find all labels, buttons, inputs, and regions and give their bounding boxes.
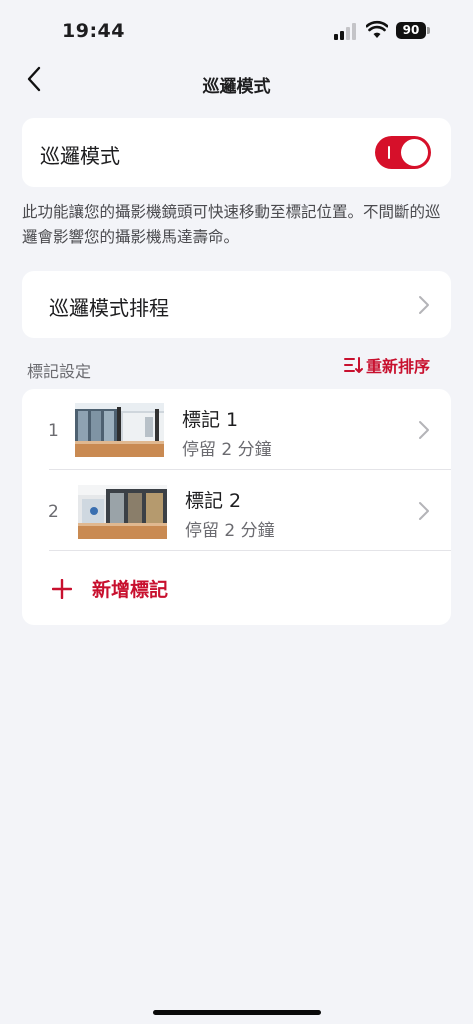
reorder-button[interactable]: 重新排序: [344, 352, 430, 378]
chevron-right-icon: [419, 502, 429, 520]
toggle-on-mark: [388, 146, 390, 159]
marker-index: 2: [48, 502, 59, 522]
patrol-description: 此功能讓您的攝影機鏡頭可快速移動至標記位置。不間斷的巡邏會影響您的攝影機馬達壽命…: [22, 203, 441, 246]
patrol-mode-label: 巡邏模式: [40, 144, 120, 168]
marker-settings-label: 標記設定: [27, 362, 92, 381]
battery-level: 90: [396, 22, 426, 39]
marker-stay-duration: 停留 2 分鐘: [185, 521, 275, 541]
patrol-schedule-label: 巡邏模式排程: [49, 296, 169, 320]
markers-card: 1 標記 1 停留 2 分鐘 2 標記 2 停留 2 分鐘 新增標記: [22, 389, 451, 625]
patrol-schedule-row[interactable]: 巡邏模式排程: [22, 271, 451, 338]
reorder-label: 重新排序: [366, 357, 431, 376]
patrol-mode-card: 巡邏模式: [22, 118, 451, 187]
marker-index: 1: [48, 421, 59, 441]
home-indicator: [153, 1010, 321, 1015]
page-title: 巡邏模式: [202, 77, 271, 97]
chevron-right-icon: [419, 296, 429, 314]
add-marker-label: 新增標記: [92, 579, 169, 601]
status-time: 19:44: [62, 20, 125, 42]
patrol-mode-toggle[interactable]: [375, 136, 431, 169]
status-bar: 19:44 90: [0, 0, 473, 60]
marker-row-2[interactable]: 2 標記 2 停留 2 分鐘: [22, 470, 451, 550]
chevron-right-icon: [419, 421, 429, 439]
marker-name: 標記 2: [185, 490, 242, 512]
marker-row-1[interactable]: 1 標記 1 停留 2 分鐘: [22, 389, 451, 469]
battery-icon: 90: [396, 22, 430, 39]
marker-name: 標記 1: [182, 409, 239, 431]
marker-stay-duration: 停留 2 分鐘: [182, 440, 272, 460]
cellular-signal-icon: [334, 22, 360, 40]
wifi-icon: [366, 20, 388, 38]
plus-icon: [52, 579, 72, 599]
marker-1-thumbnail: [75, 403, 164, 457]
marker-2-thumbnail: [78, 485, 167, 539]
toggle-knob: [401, 139, 428, 166]
add-marker-button[interactable]: 新增標記: [22, 551, 451, 625]
reorder-icon: [344, 357, 363, 373]
nav-bar: 巡邏模式: [0, 60, 473, 108]
